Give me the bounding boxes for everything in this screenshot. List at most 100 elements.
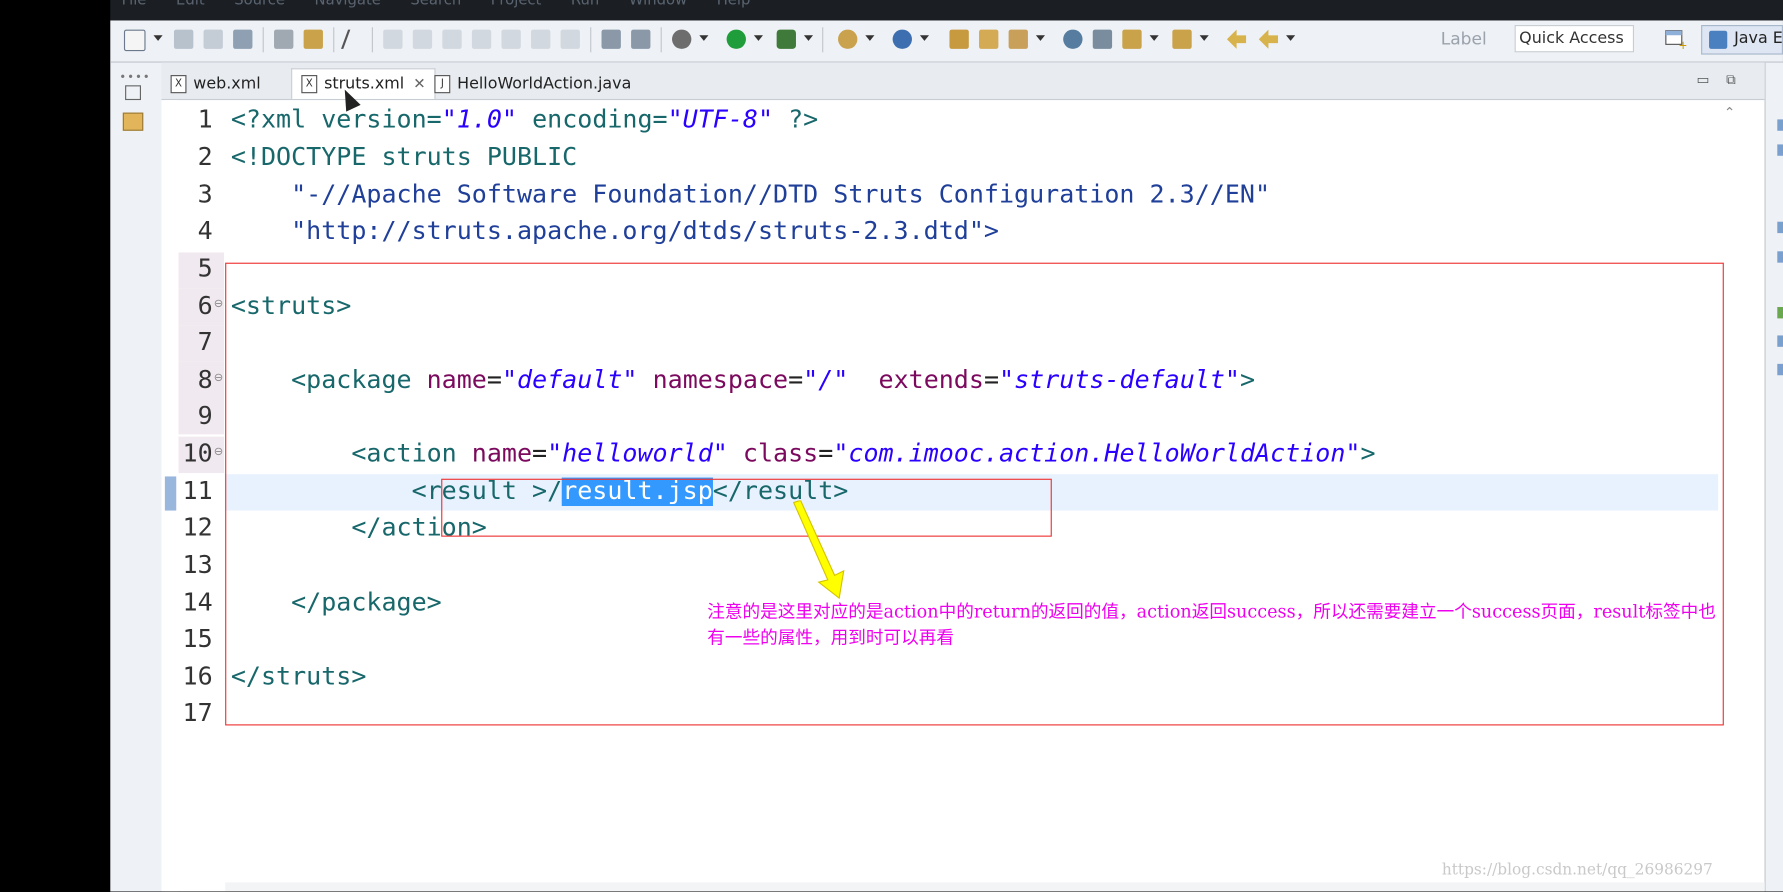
line-number: 2 — [197, 143, 213, 172]
line-number: 5 — [197, 254, 213, 284]
new-project-dropdown-icon[interactable] — [865, 35, 875, 41]
annotation-note: 注意的是这里对应的是action中的return的返回的值，action返回su… — [707, 601, 1716, 649]
tab-web-xml[interactable]: X web.xml — [170, 69, 261, 99]
minimize-icon[interactable]: ▭ — [1697, 72, 1710, 88]
print-icon[interactable] — [233, 29, 253, 49]
scroll-up-icon[interactable]: ⌃ — [1724, 105, 1735, 121]
tab-label: struts.xml — [324, 75, 405, 94]
toolbar-separator — [660, 27, 662, 53]
code-line-4[interactable]: "http://struts.apache.org/dtds/struts-2.… — [231, 214, 999, 250]
run-external-tool-icon[interactable] — [776, 29, 796, 49]
line-number: 17 — [182, 699, 213, 728]
line-number: 7 — [197, 328, 213, 358]
horizontal-scrollbar[interactable] — [225, 882, 1765, 892]
new-java-project-icon[interactable] — [838, 29, 858, 49]
last-edit-dropdown-icon[interactable] — [1199, 35, 1209, 41]
menu-edit[interactable]: Edit — [176, 0, 205, 9]
save-icon[interactable] — [173, 29, 194, 49]
code-token: <?xml version= — [230, 105, 442, 135]
menu-run[interactable]: Run — [571, 0, 599, 9]
step-return-icon[interactable] — [560, 29, 580, 49]
resume-icon[interactable] — [383, 29, 403, 49]
open-file-icon[interactable] — [979, 29, 999, 49]
right-trim-bar — [1764, 62, 1783, 892]
restore-view-icon[interactable] — [125, 85, 142, 101]
menu-help[interactable]: Help — [717, 0, 751, 9]
disconnect-icon[interactable] — [471, 29, 492, 49]
fold-toggle-icon[interactable]: ⊖ — [214, 298, 224, 311]
search-dropdown-icon[interactable] — [1035, 35, 1045, 41]
code-line-1[interactable]: <?xml version="1.0" encoding="UTF-8" ?> — [231, 102, 818, 138]
annotation-dropdown-icon[interactable] — [1149, 35, 1159, 41]
trim-view-icon[interactable] — [1777, 251, 1783, 263]
tab-struts-xml[interactable]: X struts.xml ✕ — [291, 68, 436, 99]
suspend-icon[interactable] — [412, 29, 433, 49]
menu-source[interactable]: Source — [234, 0, 285, 9]
new-dropdown-icon[interactable] — [153, 35, 163, 41]
maximize-icon[interactable]: ⧉ — [1726, 72, 1736, 89]
fold-toggle-icon[interactable]: ⊖ — [214, 446, 224, 459]
search-icon[interactable] — [1008, 29, 1028, 49]
run-icon[interactable] — [726, 29, 746, 49]
package-explorer-icon[interactable] — [122, 112, 144, 131]
forward-icon[interactable] — [1258, 29, 1279, 49]
new-java-class-icon[interactable] — [892, 29, 912, 49]
open-perspective-icon[interactable]: + — [1664, 27, 1688, 52]
menu-search[interactable]: Search — [410, 0, 461, 9]
use-step-filters-icon[interactable] — [601, 29, 621, 49]
open-folder-icon[interactable] — [949, 29, 969, 49]
code-line-2[interactable]: <!DOCTYPE struts PUBLIC — [231, 140, 577, 176]
debug-dropdown-icon[interactable] — [699, 35, 709, 41]
menu-navigate[interactable]: Navigate — [315, 0, 381, 9]
editor-tab-bar: X web.xml X struts.xml ✕ J HelloWorldAct… — [161, 62, 1765, 101]
line-number: 15 — [182, 625, 213, 654]
prev-annotation-icon[interactable] — [1122, 29, 1142, 49]
step-over-icon[interactable] — [531, 29, 551, 49]
xml-file-icon: X — [170, 75, 187, 94]
open-type-icon[interactable] — [274, 29, 294, 49]
menu-window[interactable]: Window — [629, 0, 687, 9]
toolbar-separator — [262, 27, 264, 53]
new-class-dropdown-icon[interactable] — [919, 35, 930, 41]
trim-view-icon[interactable] — [1777, 363, 1783, 376]
save-all-icon[interactable] — [203, 29, 223, 49]
skip-breakpoints-icon[interactable] — [631, 29, 651, 49]
trim-view-icon[interactable] — [1777, 144, 1783, 156]
current-line-marker — [164, 476, 177, 511]
trim-grip-icon[interactable]: •••• — [119, 72, 150, 85]
annotation-box-result — [441, 478, 1052, 537]
watermark: https://blog.csdn.net/qq_26986297 — [1441, 860, 1713, 879]
last-edit-icon[interactable] — [1172, 29, 1192, 49]
code-token: ?> — [773, 105, 819, 135]
fold-toggle-icon[interactable]: ⊖ — [214, 372, 224, 385]
trim-view-icon[interactable] — [1777, 221, 1783, 234]
next-annotation-icon[interactable] — [1092, 29, 1113, 49]
toggle-breakpoint-icon[interactable] — [341, 29, 370, 49]
toolbar-separator — [371, 27, 373, 53]
forward-dropdown-icon[interactable] — [1286, 35, 1296, 41]
code-line-3[interactable]: "-//Apache Software Foundation//DTD Stru… — [231, 177, 1270, 213]
trim-view-icon[interactable] — [1777, 335, 1783, 347]
back-icon[interactable] — [1226, 29, 1247, 49]
open-resource-icon[interactable] — [303, 29, 323, 49]
xml-file-icon: X — [301, 75, 318, 94]
tab-helloworldaction-java[interactable]: J HelloWorldAction.java — [434, 69, 631, 99]
line-number: 1 — [197, 105, 213, 135]
new-icon[interactable] — [123, 29, 146, 52]
close-icon[interactable]: ✕ — [413, 76, 425, 93]
globe-icon[interactable] — [1063, 29, 1083, 49]
terminate-icon[interactable] — [442, 29, 462, 49]
menu-project[interactable]: Project — [491, 0, 542, 9]
trim-view-icon[interactable] — [1777, 119, 1783, 131]
line-number: 14 — [182, 589, 213, 618]
quick-access-field[interactable]: Quick Access — [1514, 25, 1635, 53]
step-into-icon[interactable] — [501, 29, 521, 49]
menu-file[interactable]: File — [122, 0, 147, 9]
trim-view-icon[interactable] — [1777, 307, 1783, 319]
java-perspective-button[interactable]: Java E — [1701, 25, 1783, 55]
toolbar-separator — [822, 27, 824, 53]
debug-icon[interactable] — [672, 29, 692, 49]
run-dropdown-icon[interactable] — [753, 35, 763, 41]
external-tool-dropdown-icon[interactable] — [803, 35, 814, 41]
eclipse-window: File Edit Source Navigate Search Project… — [0, 0, 1783, 892]
